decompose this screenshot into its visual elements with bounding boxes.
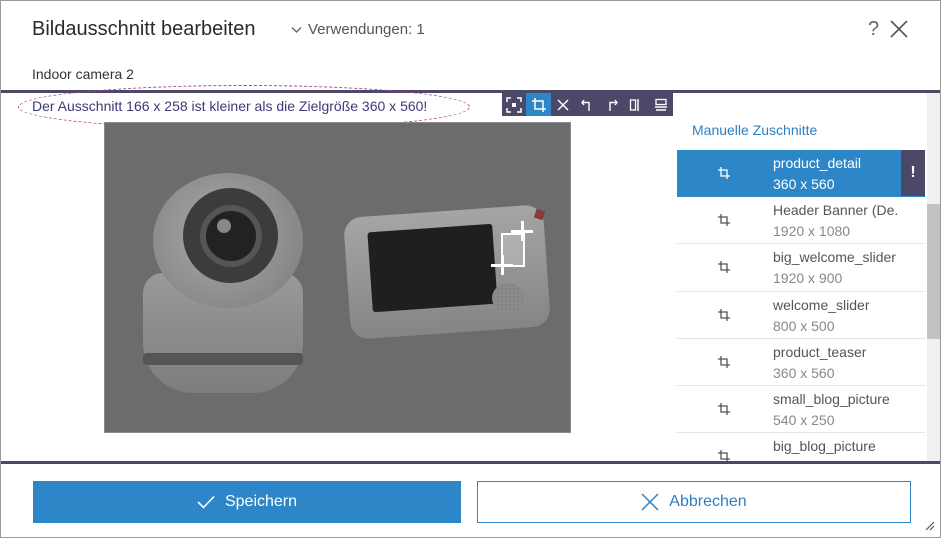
- usages-toggle[interactable]: Verwendungen: 1: [291, 21, 425, 38]
- crop-item-name: Header Banner (De...: [773, 202, 899, 219]
- crop-item-name: big_blog_picture: [773, 438, 876, 455]
- crop-item-small-blog-picture[interactable]: small_blog_picture 540 x 250: [677, 386, 925, 434]
- crop-item-size: 800 x 500: [773, 317, 835, 334]
- rotate-left-icon: [581, 99, 591, 111]
- flip-vertical-icon: [654, 98, 667, 111]
- crop-icon: [718, 308, 730, 321]
- crop-icon: [718, 402, 730, 415]
- image-name: Indoor camera 2: [32, 66, 134, 82]
- crop-item-name: big_welcome_slider: [773, 249, 896, 266]
- crop-item-big-welcome-slider[interactable]: big_welcome_slider 1920 x 900: [677, 244, 925, 292]
- chevron-down-icon: [291, 26, 302, 33]
- cancel-button-label: Abbrechen: [669, 493, 747, 510]
- crop-item-big-blog-picture[interactable]: big_blog_picture: [677, 433, 925, 461]
- crop-icon: [718, 214, 730, 227]
- crop-item-name: product_detail: [773, 155, 861, 171]
- help-button[interactable]: ?: [868, 18, 879, 41]
- monitor-screen: [367, 223, 498, 313]
- header-divider: [1, 90, 940, 93]
- flip-horizontal-button[interactable]: [624, 93, 648, 116]
- warning-flag: !: [901, 150, 925, 196]
- camera-glint: [217, 219, 231, 233]
- crop-handle-top-right-vertical[interactable]: [521, 221, 524, 241]
- camera-stripe: [143, 353, 303, 365]
- footer-divider: [1, 461, 940, 464]
- monitor-speaker: [492, 283, 524, 313]
- crop-item-size: 540 x 250: [773, 411, 835, 428]
- crop-button[interactable]: [526, 93, 551, 116]
- crop-handle-bottom-left-vertical[interactable]: [501, 255, 504, 275]
- save-button[interactable]: Speichern: [33, 481, 461, 523]
- list-scrollbar-thumb[interactable]: [927, 204, 940, 339]
- resize-handle-icon[interactable]: [923, 519, 935, 531]
- usages-label: Verwendungen: 1: [308, 21, 425, 38]
- crop-item-name: welcome_slider: [773, 296, 870, 313]
- flip-vertical-button[interactable]: [648, 93, 672, 116]
- crop-item-name: product_teaser: [773, 343, 867, 360]
- crop-dialog: Bildausschnitt bearbeiten Verwendungen: …: [0, 0, 941, 538]
- crop-item-header-banner[interactable]: Header Banner (De... 1920 x 1080: [677, 197, 925, 245]
- image-canvas[interactable]: [104, 122, 571, 433]
- close-icon[interactable]: [889, 19, 909, 39]
- size-warning: Der Ausschnitt 166 x 258 ist kleiner als…: [32, 98, 428, 114]
- crop-item-name: small_blog_picture: [773, 390, 890, 407]
- crop-format-list: product_detail 360 x 560 ! Header Banner…: [677, 150, 925, 461]
- crop-toolbar: [502, 93, 673, 116]
- crop-icon: [718, 355, 730, 368]
- crop-item-size: 360 x 560: [773, 176, 835, 192]
- crop-item-welcome-slider[interactable]: welcome_slider 800 x 500: [677, 292, 925, 339]
- manual-crops-heading: Manuelle Zuschnitte: [692, 122, 818, 138]
- focus-icon: [506, 96, 522, 113]
- dialog-title: Bildausschnitt bearbeiten: [32, 18, 256, 40]
- crop-item-product-teaser[interactable]: product_teaser 360 x 560: [677, 339, 925, 386]
- crop-item-product-detail[interactable]: product_detail 360 x 560 !: [677, 150, 925, 198]
- crop-item-size: 1920 x 1080: [773, 223, 851, 240]
- clear-button[interactable]: [551, 93, 575, 116]
- crop-icon: [718, 167, 730, 179]
- crop-item-size: 1920 x 900: [773, 270, 843, 287]
- rotate-left-button[interactable]: [575, 93, 599, 116]
- focus-button[interactable]: [502, 93, 526, 116]
- rotate-right-button[interactable]: [600, 93, 624, 116]
- checkmark-icon: [197, 495, 215, 509]
- cancel-button[interactable]: Abbrechen: [477, 481, 911, 523]
- crop-item-size: 360 x 560: [773, 364, 835, 381]
- clear-icon: [557, 98, 569, 111]
- camera-lens: [200, 205, 262, 267]
- save-button-label: Speichern: [224, 493, 298, 510]
- close-icon: [641, 493, 659, 511]
- crop-icon: [718, 261, 730, 274]
- rotate-right-icon: [609, 99, 618, 111]
- flip-horizontal-icon: [629, 98, 639, 111]
- crop-icon: [718, 450, 730, 461]
- crop-icon: [531, 97, 546, 112]
